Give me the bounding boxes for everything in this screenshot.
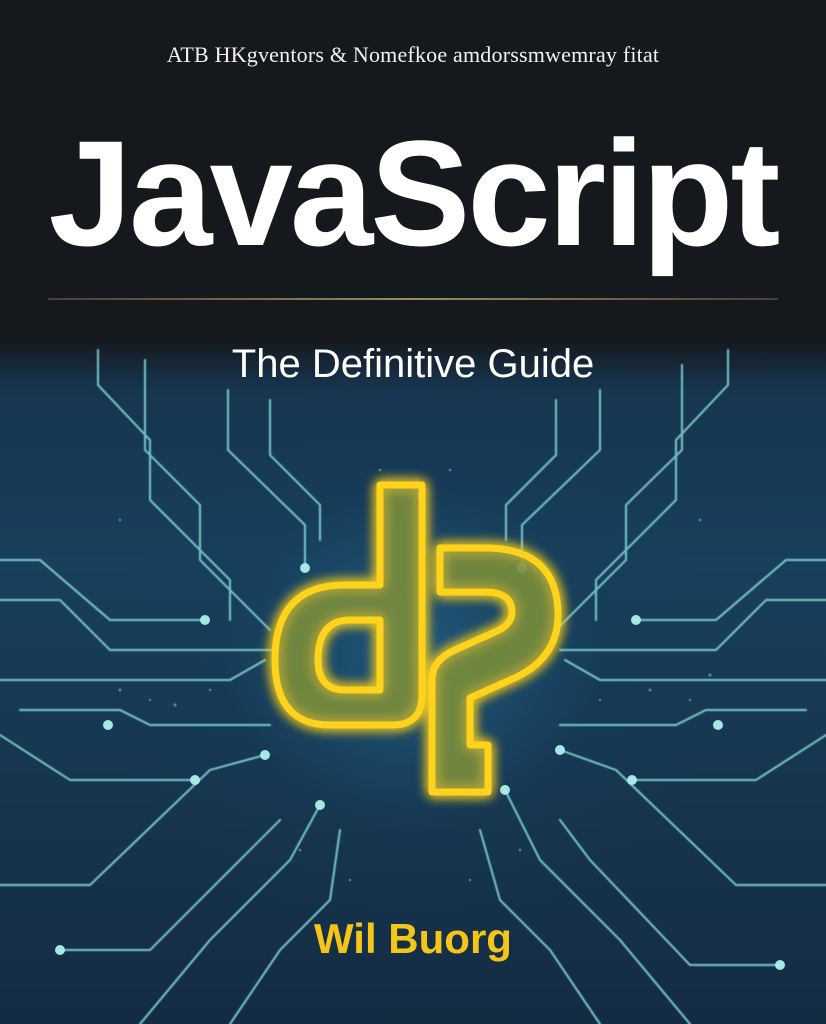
- title-divider: [48, 298, 778, 300]
- tagline: ATB HKgventors & Nomefkoe amdorssmwemray…: [166, 42, 660, 67]
- author-name: Wil Buorg: [314, 915, 512, 962]
- book-title: JavaScript: [48, 109, 781, 277]
- book-cover: ATB HKgventors & Nomefkoe amdorssmwemray…: [0, 0, 826, 1024]
- book-subtitle: The Definitive Guide: [231, 342, 595, 386]
